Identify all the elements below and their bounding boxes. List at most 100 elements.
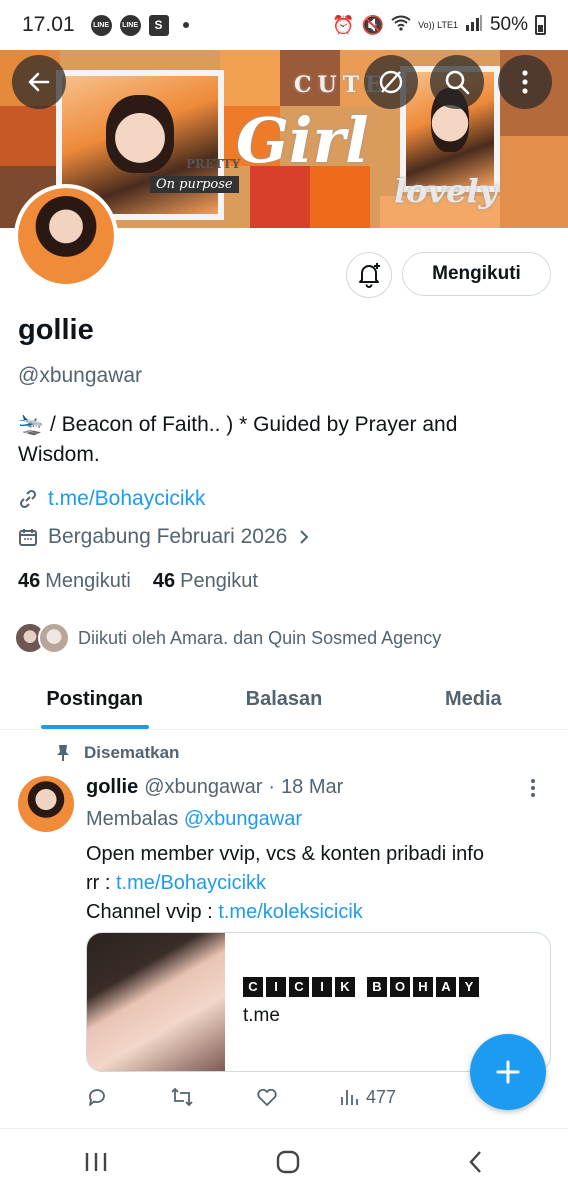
recent-apps-button[interactable] bbox=[84, 1151, 108, 1178]
bell-plus-icon bbox=[359, 263, 380, 288]
more-notifications-dot bbox=[182, 22, 189, 28]
tab-replies[interactable]: Balasan bbox=[189, 670, 378, 729]
notify-button[interactable] bbox=[346, 252, 392, 298]
followers-count: 46 bbox=[152, 570, 176, 592]
back-arrow-icon bbox=[28, 72, 50, 92]
tab-media[interactable]: Media bbox=[379, 670, 568, 729]
post-line: Channel vvip : t.me/koleksicicik bbox=[86, 898, 556, 927]
post-author-avatar[interactable] bbox=[18, 776, 74, 832]
reply-handle[interactable]: @xbungawar bbox=[184, 808, 302, 830]
profile-avatar[interactable] bbox=[14, 184, 118, 288]
title-gap bbox=[358, 977, 364, 997]
display-name: gollie bbox=[18, 314, 94, 346]
banner-caption: On purpose bbox=[150, 176, 239, 193]
follow-counts: 46 Mengikuti 46 Pengikut bbox=[18, 570, 258, 593]
profile-link[interactable]: t.me/Bohaycicikk bbox=[48, 487, 206, 511]
title-letter: H bbox=[413, 977, 433, 997]
post-header: gollie @xbungawar · 18 Mar bbox=[86, 776, 343, 799]
title-letter: I bbox=[266, 977, 286, 997]
following-count: 46 bbox=[18, 570, 41, 592]
following-button[interactable]: Mengikuti bbox=[402, 252, 551, 296]
post-author-handle: @xbungawar bbox=[144, 776, 263, 798]
alarm-icon: ⏰ bbox=[332, 14, 355, 35]
title-letter: Y bbox=[459, 977, 479, 997]
followers-label: Pengikut bbox=[180, 570, 258, 592]
title-letter: A bbox=[436, 977, 456, 997]
recent-apps-icon bbox=[85, 1153, 107, 1171]
views-icon bbox=[341, 1090, 358, 1105]
repost-icon bbox=[171, 1087, 193, 1107]
title-letter: C bbox=[243, 977, 263, 997]
more-vertical-icon bbox=[531, 779, 535, 797]
mute-icon: 🔇 bbox=[361, 14, 385, 35]
grok-button[interactable] bbox=[364, 55, 418, 109]
line-notification-icon: LINE bbox=[119, 14, 141, 36]
battery-icon bbox=[535, 15, 546, 35]
bio-text: / Beacon of Faith.. ) * Guided by Prayer… bbox=[18, 413, 458, 466]
heart-icon bbox=[257, 1088, 277, 1106]
network-label: Vo)) LTE1 bbox=[418, 19, 458, 30]
link-preview-image bbox=[87, 933, 225, 1071]
joined-date-row[interactable]: Bergabung Februari 2026 bbox=[18, 525, 311, 549]
post-date[interactable]: 18 Mar bbox=[281, 776, 343, 799]
post-line: Open member vvip, vcs & konten pribadi i… bbox=[86, 843, 484, 865]
title-letter: C bbox=[289, 977, 309, 997]
follower-avatar bbox=[38, 622, 70, 654]
post-more-button[interactable] bbox=[530, 778, 536, 798]
post-link[interactable]: t.me/koleksicicik bbox=[218, 901, 362, 923]
back-button[interactable] bbox=[12, 55, 66, 109]
status-bar: 17.01 LINE LINE S ⏰ 🔇 Vo)) LTE1 50% bbox=[0, 0, 568, 50]
profile-handle: @xbungawar bbox=[18, 364, 143, 387]
profile-bio: 🛬 / Beacon of Faith.. ) * Guided by Pray… bbox=[18, 410, 538, 470]
home-icon bbox=[276, 1150, 300, 1174]
search-icon bbox=[445, 70, 470, 95]
system-navigation-bar bbox=[0, 1128, 568, 1200]
banner-caption: PRETTY bbox=[186, 157, 241, 171]
tab-posts[interactable]: Postingan bbox=[0, 670, 189, 729]
search-button[interactable] bbox=[430, 55, 484, 109]
status-time: 17.01 bbox=[22, 13, 75, 36]
post-link[interactable]: t.me/Bohaycicikk bbox=[116, 872, 266, 894]
followed-by-text: Diikuti oleh Amara. dan Quin Sosmed Agen… bbox=[78, 627, 442, 648]
title-letter: O bbox=[390, 977, 410, 997]
more-vertical-icon bbox=[522, 70, 528, 94]
home-button[interactable] bbox=[276, 1150, 300, 1179]
line-notification-icon: LINE bbox=[90, 14, 112, 36]
grok-icon bbox=[379, 70, 403, 94]
profile-tabs: Postingan Balasan Media bbox=[0, 670, 568, 730]
title-letter: K bbox=[335, 977, 355, 997]
reply-icon bbox=[89, 1089, 105, 1106]
pin-icon bbox=[57, 745, 69, 761]
reply-action[interactable] bbox=[86, 1086, 108, 1108]
reply-prefix: Membalas bbox=[86, 808, 179, 830]
airplane-landing-icon: 🛬 bbox=[18, 413, 45, 436]
joined-date: Bergabung Februari 2026 bbox=[48, 525, 288, 548]
followed-by-row[interactable]: Diikuti oleh Amara. dan Quin Sosmed Agen… bbox=[14, 622, 441, 654]
views-action[interactable]: 477 bbox=[340, 1087, 396, 1108]
compose-post-button[interactable] bbox=[470, 1034, 546, 1110]
link-preview-title: C I C I K B O H A Y bbox=[243, 977, 479, 997]
profile-link-row: t.me/Bohaycicikk bbox=[18, 487, 206, 511]
following-count-link[interactable]: 46 Mengikuti bbox=[18, 570, 131, 593]
following-label: Mengikuti bbox=[45, 570, 131, 592]
followers-count-link[interactable]: 46 Pengikut bbox=[153, 570, 258, 593]
post-text: Open member vvip, vcs & konten pribadi i… bbox=[86, 840, 556, 927]
banner-tile bbox=[500, 136, 568, 228]
shopee-notification-icon: S bbox=[148, 14, 169, 36]
reply-to-line: Membalas @xbungawar bbox=[86, 808, 302, 831]
chevron-right-icon bbox=[300, 530, 309, 544]
pinned-label: Disematkan bbox=[84, 743, 180, 762]
chevron-left-icon bbox=[469, 1151, 481, 1173]
post-separator: · bbox=[268, 776, 276, 798]
wifi-icon bbox=[391, 15, 411, 36]
banner-tile bbox=[0, 106, 60, 166]
system-back-button[interactable] bbox=[468, 1150, 484, 1179]
post-author-name[interactable]: gollie bbox=[86, 776, 138, 799]
plus-icon bbox=[496, 1060, 520, 1084]
repost-action[interactable] bbox=[170, 1086, 194, 1108]
banner-tile bbox=[220, 46, 280, 106]
post-line: rr : t.me/Bohaycicikk bbox=[86, 869, 556, 898]
like-action[interactable] bbox=[256, 1087, 278, 1107]
signal-icon bbox=[465, 14, 483, 36]
more-options-button[interactable] bbox=[498, 55, 552, 109]
